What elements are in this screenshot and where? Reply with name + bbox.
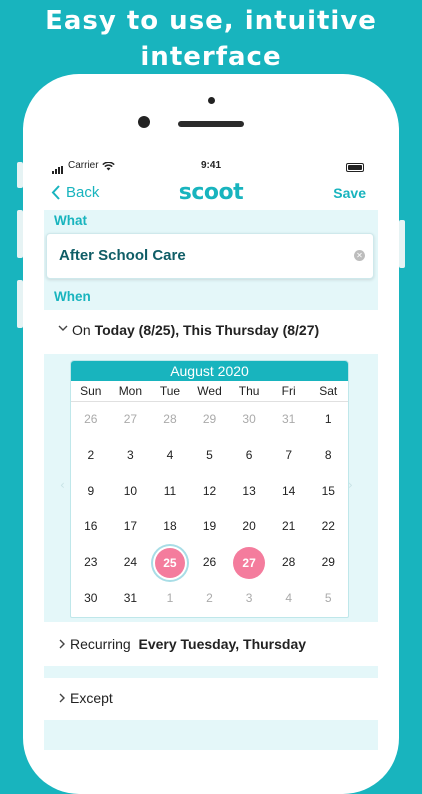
when-on-row[interactable]: On Today (8/25), This Thursday (8/27) xyxy=(44,310,378,350)
calendar-week: 9 10 11 12 13 14 15 xyxy=(71,474,348,510)
calendar-month-title: August 2020 xyxy=(71,361,348,381)
calendar-day[interactable]: 30 xyxy=(71,581,111,617)
status-bar: Carrier 9:41 xyxy=(44,160,378,176)
phone-volume-up xyxy=(17,210,23,258)
day-of-week: Tue xyxy=(159,384,181,398)
calendar-day[interactable]: 22 xyxy=(308,509,348,545)
calendar-day[interactable]: 4 xyxy=(269,581,309,617)
calendar-grid: 26 27 28 29 30 31 1 2 3 4 5 6 7 8 9 10 1… xyxy=(71,402,348,617)
day-of-week: Sat xyxy=(319,384,338,398)
app-logo: scoot xyxy=(178,180,244,205)
calendar-day[interactable]: 26 xyxy=(190,545,230,581)
calendar-day[interactable]: 4 xyxy=(150,438,190,474)
front-sensor xyxy=(208,97,215,104)
recurring-value: Every Tuesday, Thursday xyxy=(138,636,307,652)
when-label: When xyxy=(54,289,91,304)
phone-volume-down xyxy=(17,280,23,328)
calendar-day[interactable]: 17 xyxy=(111,509,151,545)
except-label: Except xyxy=(70,690,113,706)
recurring-row[interactable]: Recurring Every Tuesday, Thursday xyxy=(44,624,378,666)
on-value: Today (8/25), This Thursday (8/27) xyxy=(94,322,320,338)
save-button[interactable]: Save xyxy=(333,185,366,201)
calendar-day[interactable]: 20 xyxy=(229,509,269,545)
prev-month-icon[interactable]: ‹ xyxy=(60,478,65,492)
calendar-day[interactable]: 5 xyxy=(308,581,348,617)
calendar-day[interactable]: 30 xyxy=(229,402,269,438)
calendar-day[interactable]: 23 xyxy=(71,545,111,581)
calendar-area: ‹ › August 2020 Sun Mon Tue Wed Thu Fri … xyxy=(44,354,378,622)
calendar-day[interactable]: 26 xyxy=(71,402,111,438)
day-of-week: Thu xyxy=(238,384,260,398)
day-of-week: Fri xyxy=(281,384,296,398)
calendar-week: 16 17 18 19 20 21 22 xyxy=(71,509,348,545)
calendar-day[interactable]: 8 xyxy=(308,438,348,474)
calendar-day[interactable]: 27 xyxy=(111,402,151,438)
calendar-day[interactable]: 29 xyxy=(308,545,348,581)
calendar-week: 23 24 25 26 27 28 29 xyxy=(71,545,348,581)
calendar-day[interactable]: 19 xyxy=(190,509,230,545)
calendar-day[interactable]: 7 xyxy=(269,438,309,474)
calendar-day[interactable]: 28 xyxy=(150,402,190,438)
calendar-day[interactable]: 3 xyxy=(229,581,269,617)
calendar-day[interactable]: 13 xyxy=(229,474,269,510)
calendar-day[interactable]: 10 xyxy=(111,474,151,510)
calendar-day[interactable]: 5 xyxy=(190,438,230,474)
calendar-day[interactable]: 6 xyxy=(229,438,269,474)
chevron-right-icon xyxy=(59,693,65,703)
section-divider xyxy=(44,666,378,678)
calendar-day[interactable]: 11 xyxy=(150,474,190,510)
what-label: What xyxy=(54,213,87,228)
phone-side-button xyxy=(17,162,23,188)
calendar-day[interactable]: 31 xyxy=(269,402,309,438)
calendar-day[interactable]: 12 xyxy=(190,474,230,510)
recurring-label: Recurring xyxy=(70,636,131,652)
day-of-week: Sun xyxy=(80,384,102,398)
day-of-week: Mon xyxy=(118,384,143,398)
day-of-week: Wed xyxy=(197,384,222,398)
calendar-week: 26 27 28 29 30 31 1 xyxy=(71,402,348,438)
calendar-day[interactable]: 2 xyxy=(71,438,111,474)
front-camera xyxy=(138,116,150,128)
phone-power-button xyxy=(399,220,405,268)
calendar-day[interactable]: 2 xyxy=(190,581,230,617)
calendar-day[interactable]: 28 xyxy=(269,545,309,581)
calendar-day[interactable]: 3 xyxy=(111,438,151,474)
section-divider xyxy=(44,720,378,750)
status-time: 9:41 xyxy=(200,160,221,171)
calendar-week: 2 3 4 5 6 7 8 xyxy=(71,438,348,474)
calendar-day[interactable]: 21 xyxy=(269,509,309,545)
earpiece-speaker xyxy=(178,121,244,127)
headline-line-1: Easy to use, intuitive xyxy=(45,6,377,36)
app-screen: Carrier 9:41 Back scoot Save What After … xyxy=(44,152,378,750)
calendar-day[interactable]: 9 xyxy=(71,474,111,510)
what-input[interactable]: After School Care ✕ xyxy=(46,233,374,279)
calendar-day[interactable]: 14 xyxy=(269,474,309,510)
chevron-right-icon xyxy=(59,639,65,649)
calendar-day-selected[interactable]: 27 xyxy=(229,545,269,581)
calendar: August 2020 Sun Mon Tue Wed Thu Fri Sat … xyxy=(70,360,349,618)
calendar-day[interactable]: 29 xyxy=(190,402,230,438)
calendar-week: 30 31 1 2 3 4 5 xyxy=(71,581,348,617)
calendar-day[interactable]: 24 xyxy=(111,545,151,581)
calendar-day-label: 25 xyxy=(154,548,185,579)
when-section: When xyxy=(44,284,378,310)
chevron-down-icon xyxy=(58,325,68,331)
battery-icon xyxy=(346,163,364,172)
clear-icon[interactable]: ✕ xyxy=(354,250,365,261)
what-value: After School Care xyxy=(59,247,186,264)
except-row[interactable]: Except xyxy=(44,678,378,720)
nav-bar: Back scoot Save xyxy=(44,180,378,210)
calendar-day[interactable]: 16 xyxy=(71,509,111,545)
calendar-day[interactable]: 18 xyxy=(150,509,190,545)
calendar-day-selected-today[interactable]: 25 xyxy=(150,545,190,581)
calendar-day[interactable]: 31 xyxy=(111,581,151,617)
calendar-day[interactable]: 1 xyxy=(150,581,190,617)
calendar-day[interactable]: 1 xyxy=(308,402,348,438)
calendar-day-label: 27 xyxy=(233,547,266,580)
days-of-week-row: Sun Mon Tue Wed Thu Fri Sat xyxy=(71,381,348,402)
headline-line-2: interface xyxy=(140,42,282,72)
on-prefix: On xyxy=(72,322,91,338)
calendar-day[interactable]: 15 xyxy=(308,474,348,510)
